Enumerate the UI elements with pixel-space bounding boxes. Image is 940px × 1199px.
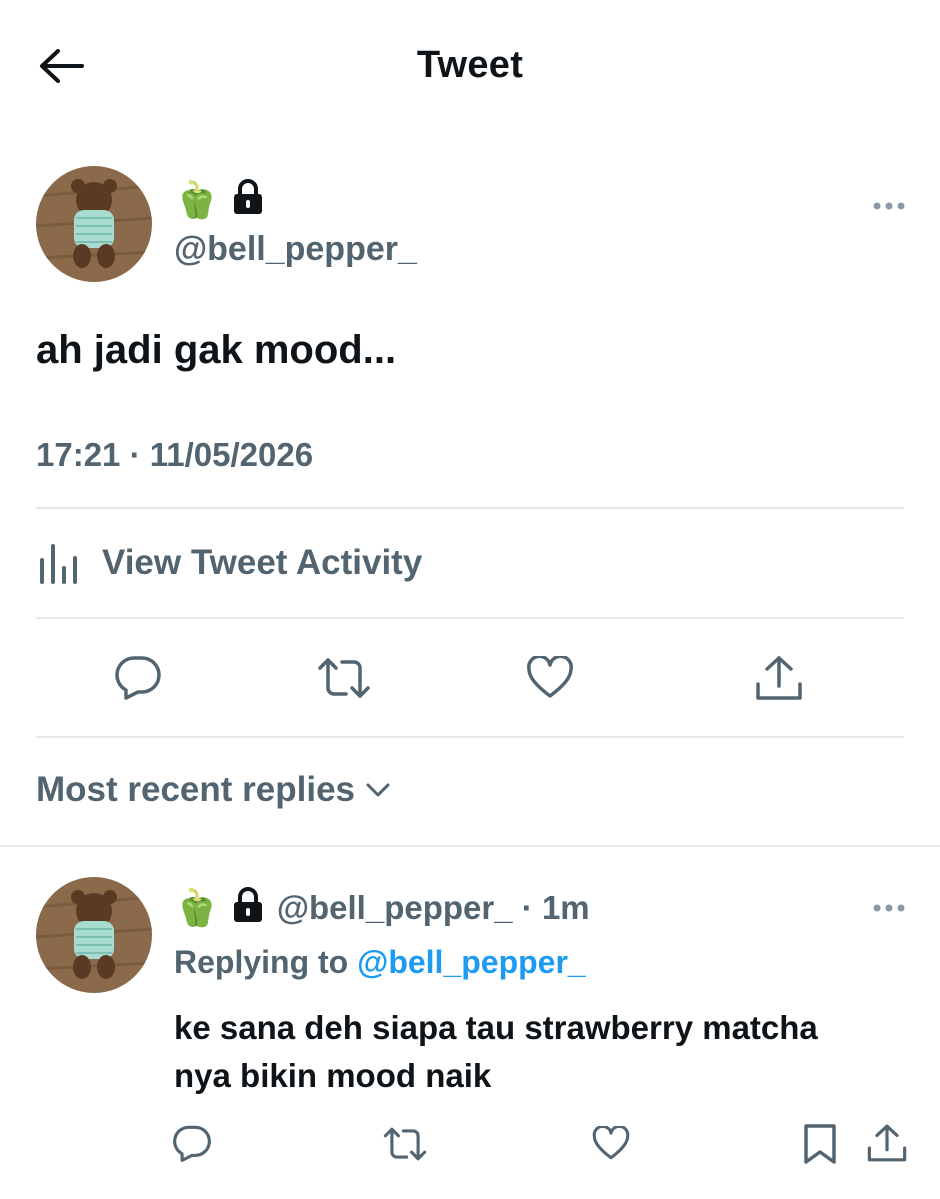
view-tweet-activity[interactable]: View Tweet Activity [36, 540, 422, 586]
reply-icon [115, 656, 161, 700]
share-icon [756, 656, 802, 700]
retweet-icon [318, 658, 370, 698]
replies-sort-label: Most recent replies [36, 770, 355, 809]
retweet-button[interactable] [316, 656, 372, 700]
activity-label: View Tweet Activity [102, 543, 423, 582]
retweet-icon [383, 1127, 427, 1161]
replying-to: Replying to @bell_pepper_ [174, 944, 586, 981]
replying-prefix: Replying to [174, 944, 349, 980]
more-icon [873, 904, 905, 912]
more-button[interactable] [872, 196, 906, 216]
display-name-emoji: 🫑 [174, 178, 219, 220]
divider [36, 736, 904, 738]
activity-chart-icon [36, 540, 82, 586]
bookmark-icon [804, 1124, 836, 1164]
reply-more-button[interactable] [872, 898, 906, 918]
tweet-timestamp: 17:21 · 11/05/2026 [36, 436, 313, 474]
tweet-date: 11/05/2026 [149, 436, 314, 473]
reply-separator: · [521, 888, 533, 926]
reply-icon [173, 1125, 211, 1162]
reply-like-button[interactable] [592, 1126, 630, 1161]
share-icon [867, 1124, 907, 1162]
reply-share-button[interactable] [866, 1122, 908, 1164]
reply-avatar[interactable] [36, 877, 152, 993]
lock-icon [231, 886, 265, 929]
divider [36, 617, 904, 619]
chevron-down-icon [366, 783, 390, 797]
divider [36, 507, 904, 509]
lock-icon [231, 178, 265, 221]
reply-button[interactable] [114, 654, 162, 700]
tweet-time: 17:21 [36, 436, 121, 473]
replying-handle-link[interactable]: @bell_pepper_ [357, 944, 586, 980]
divider [0, 845, 940, 847]
reply-retweet-button[interactable] [382, 1126, 428, 1162]
reply-text: ke sana deh siapa tau strawberry matcha … [174, 1009, 818, 1094]
tweet-text: ah jadi gak mood... [36, 328, 397, 372]
like-icon [527, 656, 573, 698]
replies-sort-dropdown[interactable]: Most recent replies [36, 770, 391, 810]
like-icon [592, 1126, 630, 1160]
avatar[interactable] [36, 166, 152, 282]
reply-reply-button[interactable] [172, 1124, 212, 1162]
author-handle[interactable]: @bell_pepper_ [174, 230, 417, 269]
timestamp-separator: · [129, 436, 141, 473]
page-title: Tweet [416, 44, 524, 86]
reply-handle[interactable]: @bell_pepper_ [277, 889, 513, 926]
reply-display-name-emoji: 🫑 [174, 886, 219, 928]
like-button[interactable] [526, 656, 574, 700]
more-icon [873, 202, 905, 210]
bookmark-button[interactable] [802, 1122, 838, 1166]
share-button[interactable] [754, 654, 804, 702]
reply-age: 1m [541, 888, 590, 926]
